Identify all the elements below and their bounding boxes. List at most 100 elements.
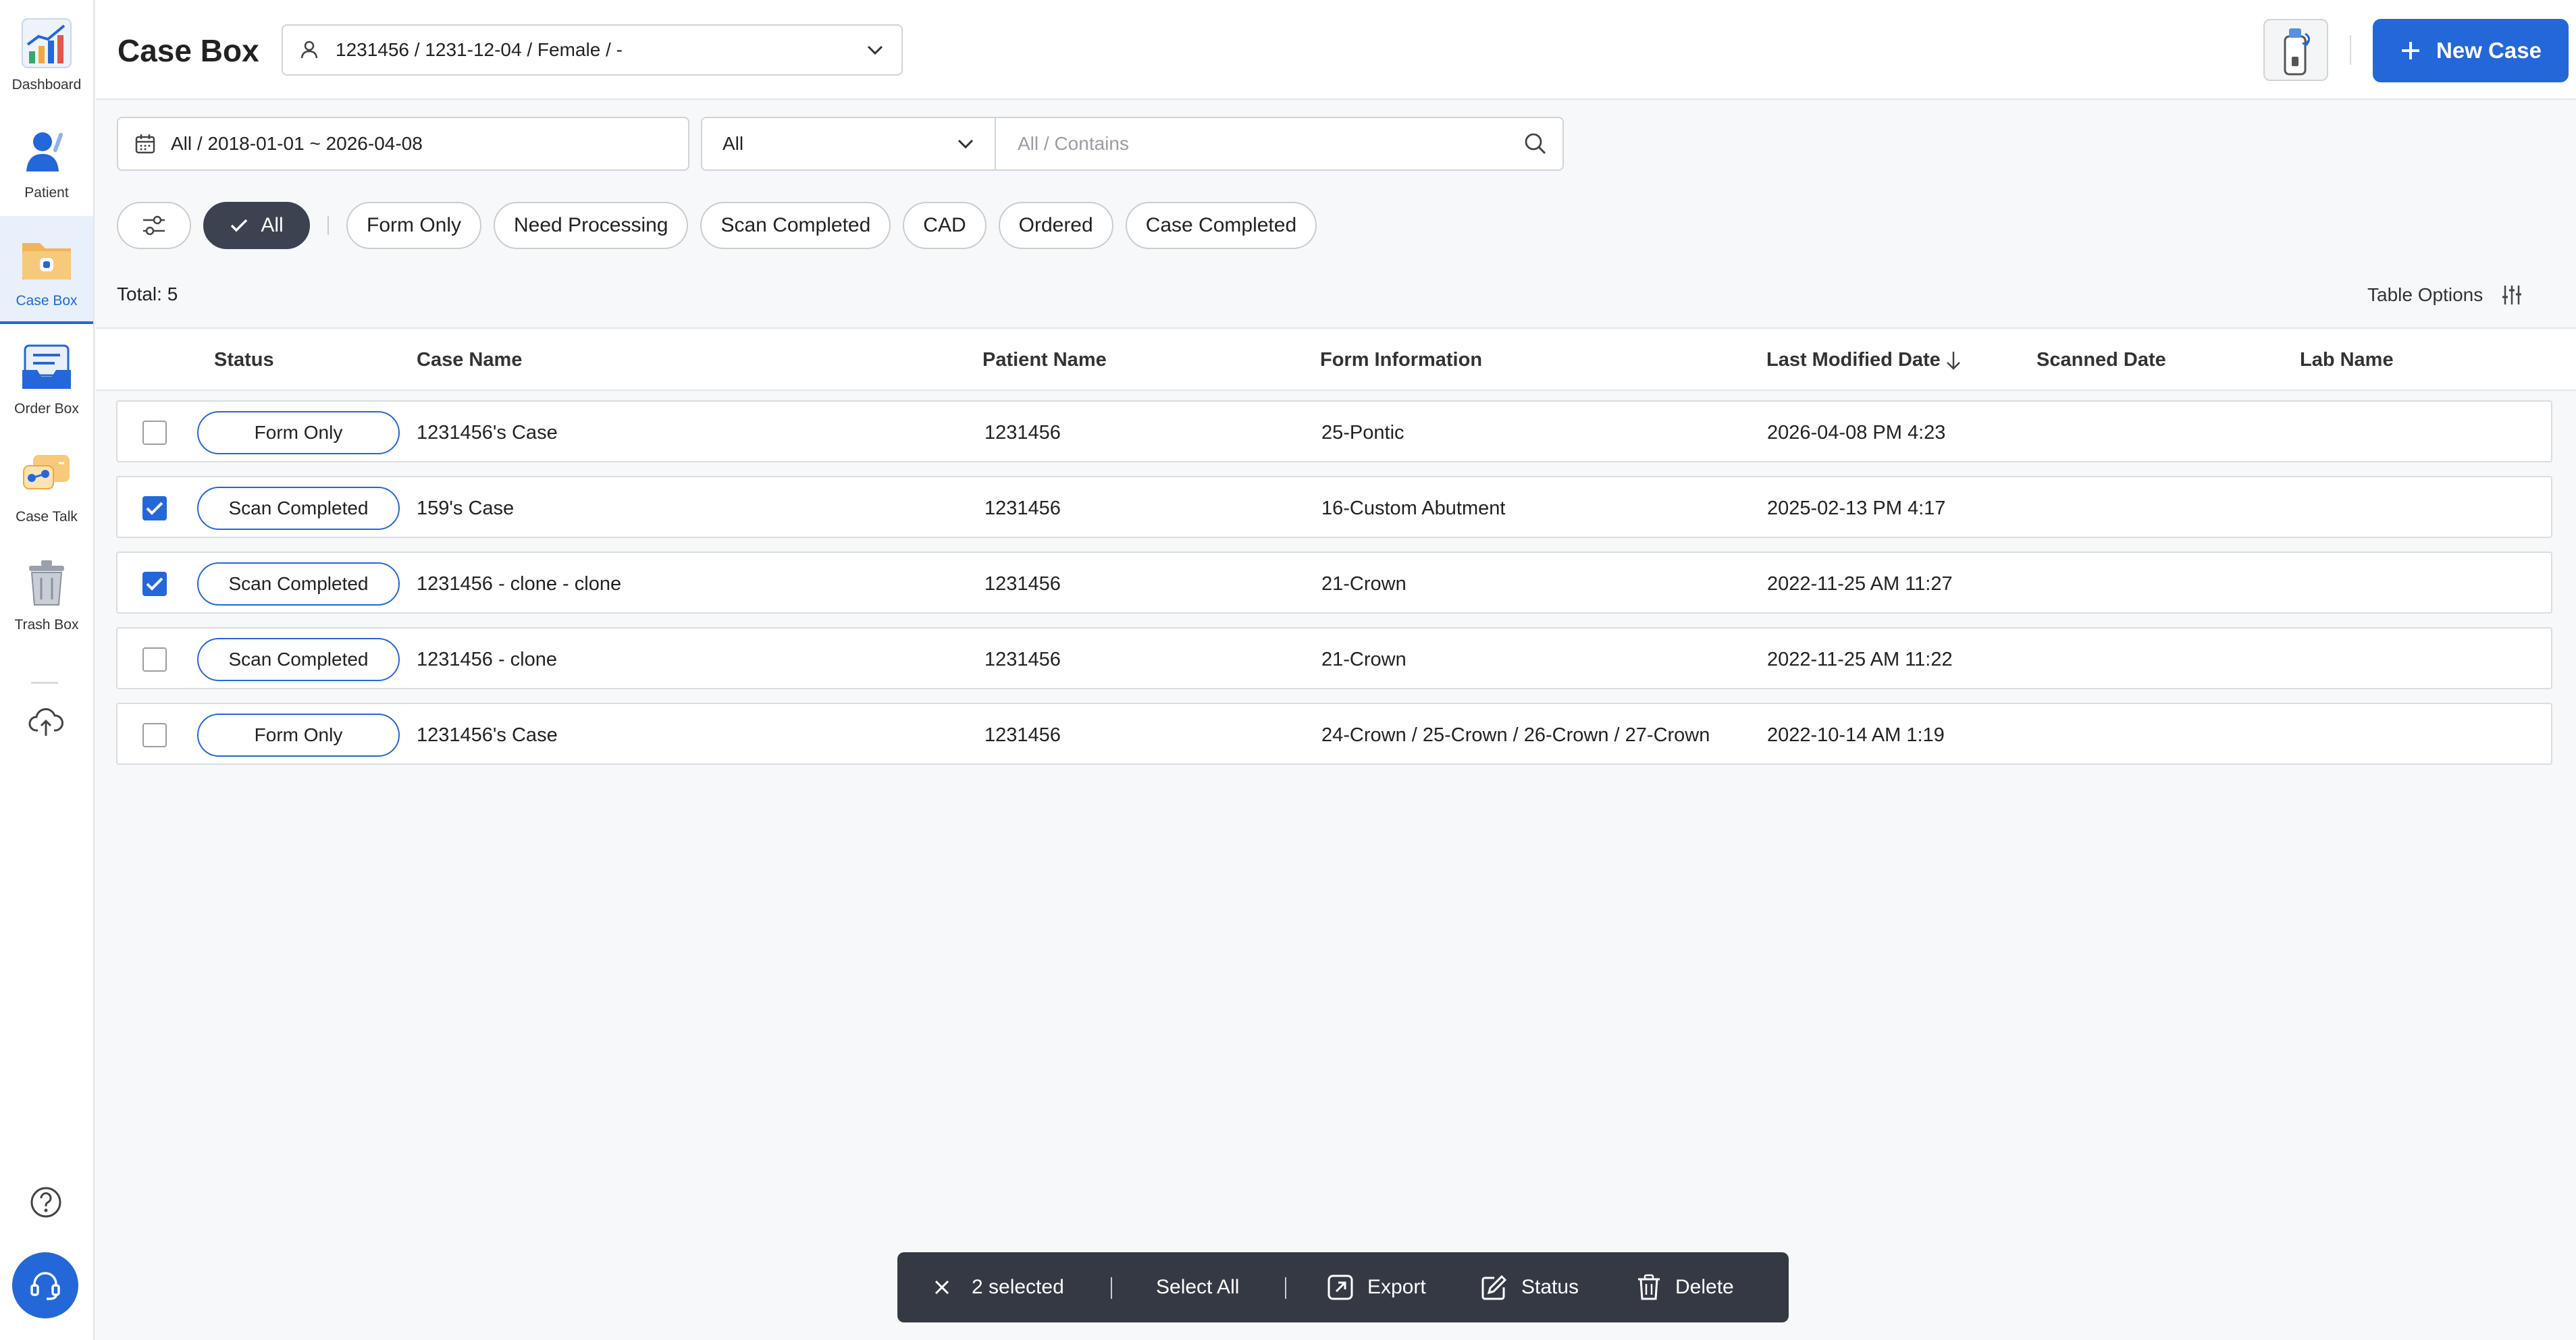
- selected-count: 2 selected: [972, 1276, 1064, 1298]
- delete-label: Delete: [1675, 1276, 1734, 1298]
- search-group: All: [701, 117, 1564, 171]
- status-badge: Form Only: [197, 411, 400, 454]
- cell-form-information: 16-Custom Abutment: [1321, 498, 1506, 519]
- filter-settings-button[interactable]: [117, 202, 191, 249]
- cell-last-modified: 2026-04-08 PM 4:23: [1767, 422, 1946, 444]
- column-header-form-information[interactable]: Form Information: [1320, 349, 1482, 371]
- sidebar-item-order-box[interactable]: Order Box: [0, 324, 93, 432]
- inbox-icon: [18, 339, 75, 396]
- sidebar-item-label: Case Talk: [16, 509, 78, 525]
- delete-button[interactable]: Delete: [1636, 1252, 1734, 1322]
- sidebar-item-label: Case Box: [16, 293, 78, 309]
- table-row[interactable]: Form Only 1231456's Case 1231456 24-Crow…: [116, 703, 2552, 765]
- date-range-field[interactable]: All / 2018-01-01 ~ 2026-04-08: [117, 117, 689, 171]
- chevron-down-icon: [957, 139, 974, 149]
- chip-all[interactable]: All: [203, 202, 310, 249]
- column-header-scanned-date[interactable]: Scanned Date: [2036, 349, 2166, 371]
- chip-scan-completed[interactable]: Scan Completed: [700, 202, 891, 249]
- row-checkbox[interactable]: [142, 572, 167, 596]
- chip-case-completed[interactable]: Case Completed: [1125, 202, 1317, 249]
- status-badge: Scan Completed: [197, 487, 400, 530]
- table-row[interactable]: Scan Completed 1231456 - clone 1231456 2…: [116, 627, 2552, 689]
- chip-form-only[interactable]: Form Only: [346, 202, 482, 249]
- new-case-button[interactable]: New Case: [2373, 19, 2569, 82]
- cell-patient-name: 1231456: [984, 422, 1061, 444]
- page-title: Case Box: [117, 33, 259, 68]
- table-row[interactable]: Scan Completed 159's Case 1231456 16-Cus…: [116, 476, 2552, 538]
- cell-form-information: 21-Crown: [1321, 573, 1407, 595]
- person-icon: [18, 123, 75, 180]
- chevron-down-icon: [867, 45, 883, 55]
- sidebar-item-dashboard[interactable]: Dashboard: [0, 0, 93, 108]
- edit-icon: [1481, 1275, 1507, 1300]
- action-bar-divider: [1111, 1277, 1112, 1299]
- cell-last-modified: 2022-10-14 AM 1:19: [1767, 724, 1945, 746]
- new-case-label: New Case: [2436, 38, 2542, 63]
- cloud-upload-icon[interactable]: [26, 702, 66, 743]
- sidebar-item-label: Order Box: [14, 401, 79, 417]
- export-button[interactable]: Export: [1327, 1252, 1426, 1322]
- date-range-value: All / 2018-01-01 ~ 2026-04-08: [171, 133, 423, 154]
- column-header-patient-name[interactable]: Patient Name: [982, 349, 1107, 371]
- scanner-device-button[interactable]: [2263, 19, 2328, 81]
- search-input[interactable]: [996, 118, 1508, 169]
- chat-icon: [18, 447, 75, 504]
- status-label: Status: [1521, 1276, 1579, 1298]
- sidebar-item-label: Patient: [24, 185, 69, 200]
- status-filter-chips: All Form Only Need Processing Scan Compl…: [117, 201, 1329, 250]
- patient-select[interactable]: 1231456 / 1231-12-04 / Female / -: [282, 24, 903, 76]
- column-header-lab-name[interactable]: Lab Name: [2300, 349, 2394, 371]
- row-checkbox[interactable]: [142, 421, 167, 445]
- headset-icon: [30, 1272, 60, 1300]
- header-divider: [2350, 35, 2351, 65]
- export-icon: [1328, 1275, 1353, 1300]
- search-scope-select[interactable]: All: [702, 118, 996, 169]
- clear-selection-button[interactable]: 2 selected: [932, 1252, 1064, 1322]
- trash-icon: [1638, 1274, 1660, 1300]
- cell-patient-name: 1231456: [984, 649, 1061, 670]
- check-icon: [146, 502, 163, 515]
- chip-need-processing[interactable]: Need Processing: [494, 202, 689, 249]
- cell-case-name: 1231456's Case: [417, 724, 558, 746]
- table-row[interactable]: Scan Completed 1231456 - clone - clone 1…: [116, 552, 2552, 614]
- cell-patient-name: 1231456: [984, 724, 1061, 746]
- sidebar-item-trash-box[interactable]: Trash Box: [0, 540, 93, 648]
- table-options-label: Table Options: [2367, 284, 2483, 305]
- column-header-last-modified[interactable]: Last Modified Date: [1766, 349, 1962, 371]
- sort-descending-icon: [1946, 351, 1960, 370]
- row-checkbox[interactable]: [142, 723, 167, 747]
- column-header-case-name[interactable]: Case Name: [417, 349, 522, 371]
- sidebar-divider: [31, 682, 58, 684]
- status-badge: Scan Completed: [197, 638, 400, 681]
- sidebar-item-case-talk[interactable]: Case Talk: [0, 432, 93, 540]
- table-options-button[interactable]: Table Options: [2367, 284, 2523, 306]
- sidebar-item-label: Dashboard: [11, 77, 82, 92]
- status-badge: Scan Completed: [197, 562, 400, 606]
- column-header-status[interactable]: Status: [214, 349, 274, 371]
- table-row[interactable]: Form Only 1231456's Case 1231456 25-Pont…: [116, 400, 2552, 462]
- chart-icon: [18, 15, 75, 72]
- sidebar-item-patient[interactable]: Patient: [0, 108, 93, 216]
- change-status-button[interactable]: Status: [1481, 1252, 1579, 1322]
- check-icon: [146, 577, 163, 591]
- cell-patient-name: 1231456: [984, 573, 1061, 595]
- sidebar-item-label: Trash Box: [14, 617, 79, 633]
- select-all-button[interactable]: Select All: [1156, 1252, 1239, 1322]
- support-chat-button[interactable]: [12, 1252, 78, 1318]
- sidebar-item-case-box[interactable]: Case Box: [0, 216, 93, 324]
- cell-last-modified: 2025-02-13 PM 4:17: [1767, 498, 1946, 519]
- row-checkbox[interactable]: [142, 647, 167, 672]
- help-icon[interactable]: [28, 1185, 63, 1220]
- chip-label: All: [261, 214, 284, 236]
- chip-divider: [327, 216, 329, 235]
- plus-icon: [2402, 42, 2420, 59]
- row-checkbox[interactable]: [142, 496, 167, 520]
- table-header: Status Case Name Patient Name Form Infor…: [96, 327, 2576, 391]
- search-icon[interactable]: [1508, 132, 1562, 155]
- status-badge: Form Only: [197, 714, 400, 757]
- sidebar: Dashboard Patient Case Box Order Box Cas…: [0, 0, 95, 1340]
- calendar-icon: [135, 134, 155, 154]
- chip-ordered[interactable]: Ordered: [998, 202, 1113, 249]
- chip-cad[interactable]: CAD: [903, 202, 987, 249]
- scanner-icon: [2284, 28, 2310, 76]
